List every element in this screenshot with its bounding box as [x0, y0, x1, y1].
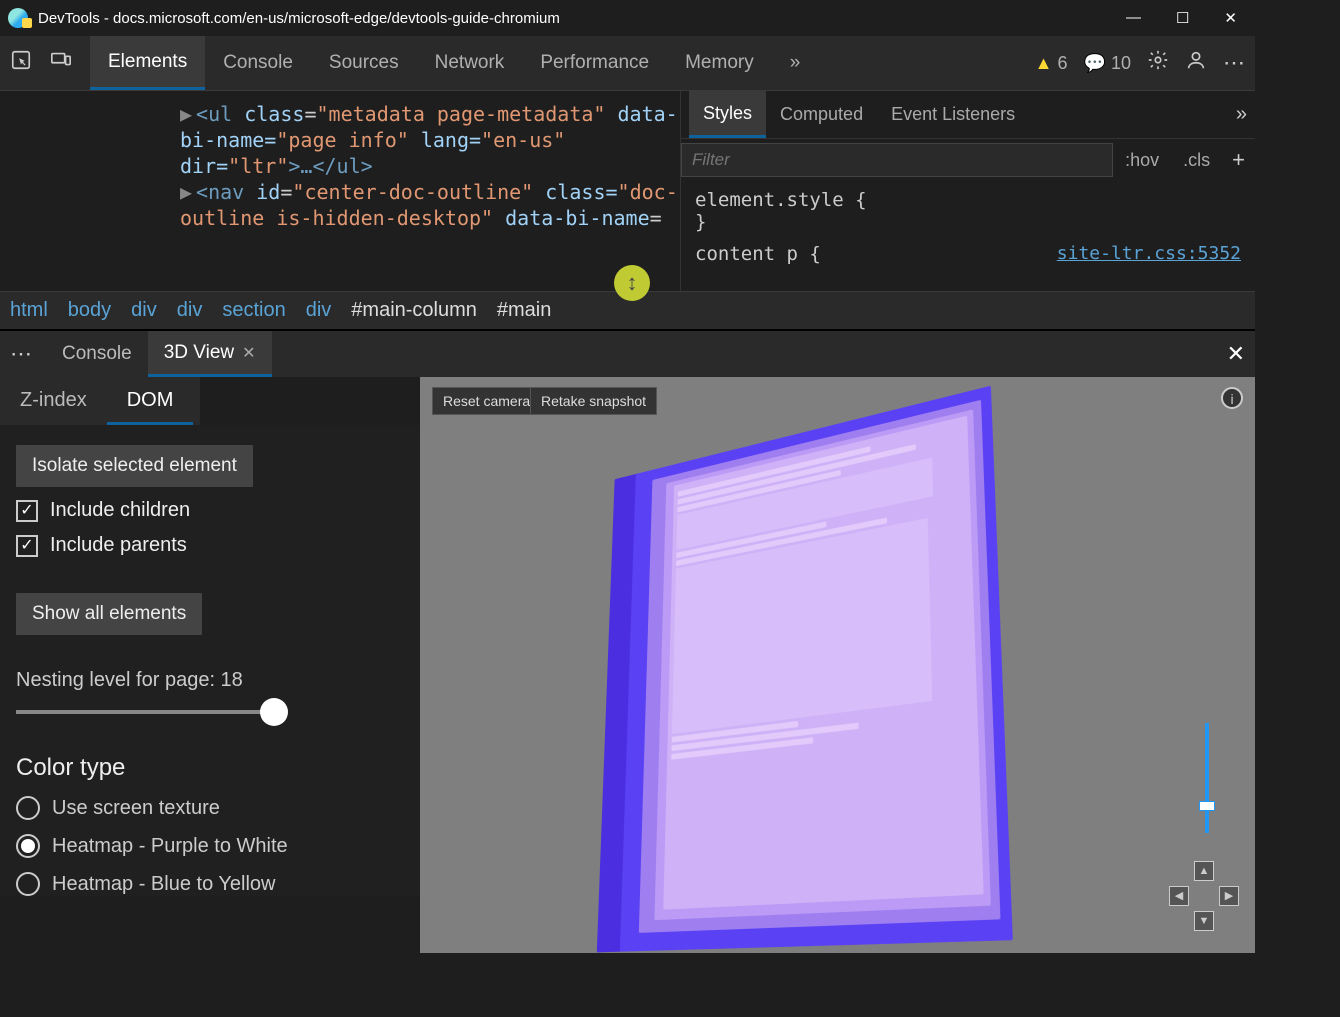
tab-elements[interactable]: Elements: [90, 36, 205, 90]
drawer-tabs: ⋯ Console 3D View ✕ ✕: [0, 329, 1255, 377]
drawer-tab-console[interactable]: Console: [46, 331, 148, 377]
styles-tab-computed[interactable]: Computed: [766, 91, 877, 138]
app-logo-icon: [8, 8, 28, 28]
crumb-maincolumn[interactable]: #main-column: [351, 299, 477, 322]
cls-toggle[interactable]: .cls: [1171, 150, 1222, 171]
css-source-link[interactable]: site-ltr.css:5352: [1057, 243, 1241, 264]
isolate-element-button[interactable]: Isolate selected element: [16, 445, 253, 487]
main-tabs: Elements Console Sources Network Perform…: [90, 36, 818, 90]
new-style-rule-icon[interactable]: +: [1222, 147, 1255, 173]
crumb-div[interactable]: div: [131, 299, 157, 322]
hov-toggle[interactable]: :hov: [1113, 150, 1171, 171]
styles-tab-styles[interactable]: Styles: [689, 91, 766, 138]
messages-count[interactable]: 💬 10: [1084, 53, 1131, 74]
drawer-tab-3dview[interactable]: 3D View ✕: [148, 331, 272, 377]
zoom-slider[interactable]: [1205, 723, 1209, 833]
style-rule-elementstyle[interactable]: element.style {: [695, 189, 1241, 211]
include-children-checkbox[interactable]: [16, 500, 38, 522]
reset-camera-button[interactable]: Reset camera: [432, 387, 541, 415]
nesting-level-slider[interactable]: [16, 710, 276, 714]
radio-heatmap-purple[interactable]: [16, 834, 40, 858]
close-tab-icon[interactable]: ✕: [242, 343, 255, 363]
nesting-level-label: Nesting level for page: 18: [16, 669, 404, 692]
tab-sources[interactable]: Sources: [311, 36, 417, 90]
crumb-main[interactable]: #main: [497, 299, 551, 322]
style-rule-content[interactable]: content p {: [695, 243, 821, 265]
inspect-icon[interactable]: [10, 49, 32, 77]
dpad-right[interactable]: ▶: [1219, 886, 1239, 906]
drawer-menu-icon[interactable]: ⋯: [10, 341, 32, 367]
elements-tree[interactable]: ▶<ul class="metadata page-metadata" data…: [0, 91, 680, 291]
styles-filter-input[interactable]: [681, 143, 1113, 177]
styles-overflow-icon[interactable]: »: [1236, 103, 1247, 126]
window-titlebar: DevTools - docs.microsoft.com/en-us/micr…: [0, 0, 1255, 36]
tabs-overflow-icon[interactable]: »: [772, 36, 819, 90]
more-menu-icon[interactable]: ⋯: [1223, 50, 1245, 76]
zoom-slider-thumb[interactable]: [1199, 801, 1215, 811]
minimize-button[interactable]: —: [1126, 9, 1141, 27]
3d-dom-model[interactable]: [620, 386, 1013, 952]
3d-tab-dom[interactable]: DOM: [107, 377, 194, 425]
tab-performance[interactable]: Performance: [522, 36, 667, 90]
dom-ul-tag: <ul: [196, 102, 244, 126]
include-parents-checkbox[interactable]: [16, 535, 38, 557]
vertical-resize-handle[interactable]: ↕: [614, 265, 650, 301]
crumb-section[interactable]: section: [222, 299, 285, 322]
settings-gear-icon[interactable]: [1147, 49, 1169, 77]
navigation-dpad: ▲ ▼ ◀ ▶: [1169, 861, 1239, 931]
crumb-div2[interactable]: div: [177, 299, 203, 322]
color-type-heading: Color type: [16, 754, 404, 782]
devtools-toolbar: Elements Console Sources Network Perform…: [0, 36, 1255, 91]
dpad-left[interactable]: ◀: [1169, 886, 1189, 906]
drawer-close-icon[interactable]: ✕: [1227, 341, 1245, 367]
radio-heatmap-blue[interactable]: [16, 872, 40, 896]
crumb-html[interactable]: html: [10, 299, 48, 322]
slider-thumb[interactable]: [260, 698, 288, 726]
maximize-button[interactable]: ☐: [1176, 9, 1189, 27]
3d-view-sidebar: Isolate selected element Include childre…: [0, 425, 420, 896]
3d-viewer[interactable]: Reset camera Retake snapshot i ▲: [420, 377, 1255, 953]
dpad-up[interactable]: ▲: [1194, 861, 1214, 881]
styles-pane: Styles Computed Event Listeners » :hov .…: [680, 91, 1255, 291]
device-toggle-icon[interactable]: [50, 49, 72, 77]
info-icon[interactable]: i: [1221, 387, 1243, 409]
retake-snapshot-button[interactable]: Retake snapshot: [530, 387, 657, 415]
warnings-count[interactable]: ▲ 6: [1035, 53, 1068, 74]
dom-nav-tag: <nav: [196, 180, 256, 204]
dpad-down[interactable]: ▼: [1194, 911, 1214, 931]
radio-screen-texture[interactable]: [16, 796, 40, 820]
styles-tab-listeners[interactable]: Event Listeners: [877, 91, 1029, 138]
tab-memory[interactable]: Memory: [667, 36, 772, 90]
crumb-body[interactable]: body: [68, 299, 111, 322]
tab-console[interactable]: Console: [205, 36, 311, 90]
close-button[interactable]: ✕: [1224, 9, 1237, 27]
tab-network[interactable]: Network: [417, 36, 523, 90]
show-all-elements-button[interactable]: Show all elements: [16, 593, 202, 635]
crumb-div3[interactable]: div: [306, 299, 332, 322]
window-title: DevTools - docs.microsoft.com/en-us/micr…: [38, 10, 560, 27]
3d-tab-zindex[interactable]: Z-index: [0, 377, 107, 425]
profile-icon[interactable]: [1185, 49, 1207, 77]
